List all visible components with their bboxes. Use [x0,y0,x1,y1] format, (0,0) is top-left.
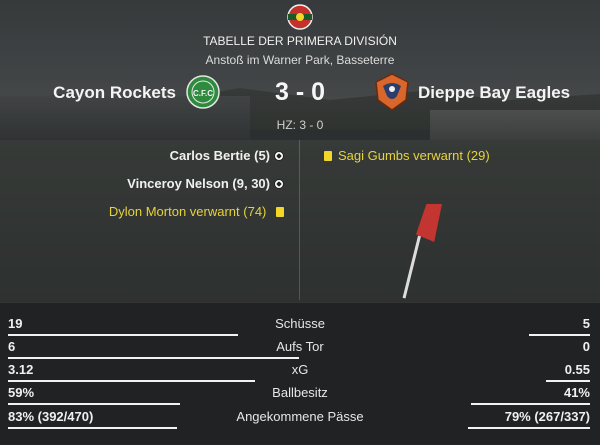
competition-logo-icon [287,4,313,30]
stat-bar-away [470,403,590,405]
stat-label: Ballbesitz [272,385,328,400]
event-text: Carlos Bertie (5) [169,148,270,163]
stat-bar [8,403,590,405]
stat-bar-home [8,403,180,405]
away-team-name[interactable]: Dieppe Bay Eagles [418,83,570,103]
stat-row-xg: 3.12 xG 0.55 [0,359,600,381]
stat-away-value: 79% (267/337) [504,409,590,424]
stat-row-possession: 59% Ballbesitz 41% [0,382,600,404]
goal-icon [274,179,284,189]
yellow-card-icon [276,207,284,217]
away-team-crest-icon[interactable] [373,72,411,112]
events-divider [299,140,300,300]
home-event-goal: Carlos Bertie (5) [170,148,284,163]
event-text: Vinceroy Nelson (9, 30) [127,176,270,191]
stat-row-shots: 19 Schüsse 5 [0,313,600,335]
yellow-card-icon [324,151,332,161]
home-event-booking: Dylon Morton verwarnt (74) [109,204,284,219]
stat-away-value: 5 [582,316,590,331]
halftime-score: HZ: 3 - 0 [276,118,324,132]
stat-away-value: 0 [582,339,590,354]
venue-text: Anstoß im Warner Park, Basseterre [205,53,395,67]
event-text: Sagi Gumbs verwarnt (29) [338,148,490,163]
stat-bar-away [467,427,590,429]
match-stats-panel: 19 Schüsse 5 6 Aufs Tor 0 3.12 xG 0.55 5… [0,302,600,445]
goal-icon [274,151,284,161]
stat-away-value: 41% [563,385,590,400]
stat-label: Aufs Tor [276,339,324,354]
stat-label: Schüsse [275,316,325,331]
stat-row-on-target: 6 Aufs Tor 0 [0,336,600,358]
stat-label: xG [291,362,309,377]
stat-row-passes: 83% (392/470) Angekommene Pässe 79% (267… [0,406,600,428]
competition-title: TABELLE DER PRIMERA DIVISIÓN [203,34,397,48]
stat-bar [8,427,590,429]
stat-bar-home [8,427,177,429]
event-text: Dylon Morton verwarnt (74) [108,204,267,219]
away-event-booking: Sagi Gumbs verwarnt (29) [324,148,490,163]
stat-away-value: 0.55 [564,362,590,377]
home-event-goal: Vinceroy Nelson (9, 30) [127,176,284,191]
